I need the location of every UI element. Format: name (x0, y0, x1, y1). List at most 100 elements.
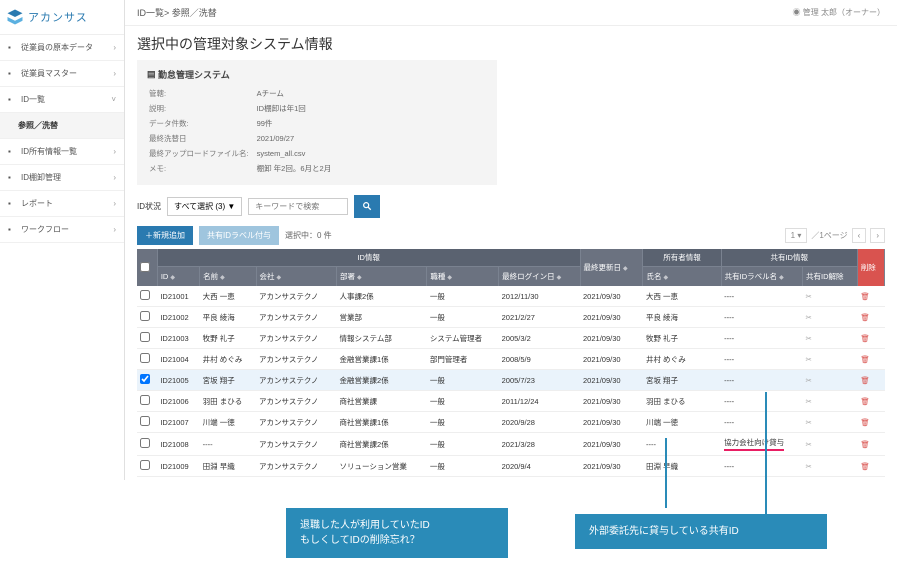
data-table: ID情報 最終更新日◆ 所有者情報 共有ID情報 削除 ID◆ 名前◆ 会社◆ … (137, 249, 885, 480)
trash-icon[interactable]: 🗑 (857, 328, 884, 349)
col-id[interactable]: ID◆ (157, 267, 199, 287)
chevron-icon: › (113, 69, 116, 78)
col-check[interactable] (137, 249, 157, 286)
id-icon: ▪ (8, 95, 17, 104)
col-login[interactable]: 最終ログイン日◆ (499, 267, 580, 287)
flow-icon: ▪ (8, 225, 17, 234)
unlink-icon[interactable]: ✂ (803, 328, 858, 349)
breadcrumb: ID一覧> 参照／洗替 (137, 6, 217, 19)
callout-right: 外部委託先に貸与している共有ID (575, 514, 827, 549)
selected-count: 選択中：0 件 (285, 230, 332, 241)
search-button[interactable] (354, 195, 380, 218)
col-owner[interactable]: 氏名◆ (643, 267, 721, 287)
unlink-icon[interactable]: ✂ (803, 412, 858, 433)
table-row: ID21011浦田 あさみアカンサステクノ技術第1課一般2005/11/2120… (137, 477, 885, 481)
row-check (140, 460, 150, 470)
app-name: アカンサス (28, 9, 88, 25)
next-page[interactable]: › (870, 228, 885, 243)
search-input[interactable] (248, 198, 348, 215)
system-info-box: ▤ 勤怠管理システム 管轄:Aチーム説明:ID棚卸は年1回データ件数:99件最終… (137, 60, 497, 185)
unlink-icon[interactable]: ✂ (803, 391, 858, 412)
col-role[interactable]: 職種◆ (427, 267, 499, 287)
table-row: ID21005宮坂 翔子アカンサステクノ金融営業課2係一般2005/7/2320… (137, 370, 885, 391)
unlink-icon[interactable]: ✂ (803, 456, 858, 477)
search-icon (362, 201, 372, 211)
nav-item[interactable]: ▪ID一覧˅ (0, 87, 124, 113)
nav-item[interactable]: ▪ワークフロー› (0, 217, 124, 243)
status-label: ID状況 (137, 201, 161, 212)
nav-item[interactable]: ▪従業員マスター› (0, 61, 124, 87)
col-dept[interactable]: 部署◆ (337, 267, 427, 287)
unlink-icon[interactable]: ✂ (803, 433, 858, 456)
status-select[interactable]: すべて選択 (3) ▼ (167, 197, 242, 216)
unlink-icon[interactable]: ✂ (803, 349, 858, 370)
row-check (140, 332, 150, 342)
table-row: ID21008----アカンサステクノ商社営業課2係一般2021/3/28202… (137, 433, 885, 456)
table-row: ID21003牧野 礼子アカンサステクノ情報システム部システム管理者2005/3… (137, 328, 885, 349)
trash-icon[interactable]: 🗑 (857, 370, 884, 391)
callout-line-right (765, 392, 767, 514)
col-company[interactable]: 会社◆ (256, 267, 337, 287)
sidebar: アカンサス ▪従業員の原本データ›▪従業員マスター›▪ID一覧˅参照／洗替▪ID… (0, 0, 125, 480)
row-check (140, 416, 150, 426)
chevron-icon: ˅ (111, 95, 116, 104)
row-check (140, 290, 150, 300)
row-check (140, 311, 150, 321)
topbar: ID一覧> 参照／洗替 ◉ 管理 太郎（オーナー） (125, 0, 897, 26)
chevron-icon: › (113, 147, 116, 156)
main: ID一覧> 参照／洗替 ◉ 管理 太郎（オーナー） 選択中の管理対象システム情報… (125, 0, 897, 480)
chevron-icon: › (113, 199, 116, 208)
add-button[interactable]: ＋新規追加 (137, 226, 193, 245)
chevron-icon: › (113, 225, 116, 234)
label-button[interactable]: 共有IDラベル付与 (199, 226, 279, 245)
unlink-icon[interactable]: ✂ (803, 477, 858, 481)
user-icon: ▪ (8, 69, 17, 78)
chevron-icon: › (113, 43, 116, 52)
logo: アカンサス (0, 0, 124, 35)
users-icon: ▪ (8, 43, 17, 52)
col-updated[interactable]: 最終更新日◆ (580, 249, 643, 286)
trash-icon[interactable]: 🗑 (857, 349, 884, 370)
search-bar: ID状況 すべて選択 (3) ▼ (137, 195, 885, 218)
nav-item[interactable]: 参照／洗替 (0, 113, 124, 139)
table-row: ID21009田淵 早織アカンサステクノソリューション営業一般2020/9/42… (137, 456, 885, 477)
toolbar: ＋新規追加 共有IDラベル付与 選択中：0 件 1 ▾ ／1ページ ‹ › (137, 226, 885, 245)
per-page-select[interactable]: 1 ▾ (785, 228, 808, 243)
unlink-icon[interactable]: ✂ (803, 307, 858, 328)
col-shared-label[interactable]: 共有IDラベル名◆ (721, 267, 802, 287)
chevron-icon: › (113, 173, 116, 182)
col-group-shared: 共有ID情報 (721, 249, 857, 267)
chat-icon: ▪ (8, 173, 17, 182)
trash-icon[interactable]: 🗑 (857, 307, 884, 328)
nav-item[interactable]: ▪レポート› (0, 191, 124, 217)
row-check (140, 374, 150, 384)
unlink-icon[interactable]: ✂ (803, 286, 858, 307)
user-label[interactable]: ◉ 管理 太郎（オーナー） (793, 7, 885, 18)
unlink-icon[interactable]: ✂ (803, 370, 858, 391)
prev-page[interactable]: ‹ (852, 228, 867, 243)
table-row: ID21004井村 めぐみアカンサステクノ金融営業課1係部門管理者2008/5/… (137, 349, 885, 370)
table-row: ID21006羽田 まひるアカンサステクノ商社営業課一般2011/12/2420… (137, 391, 885, 412)
col-group-owner: 所有者情報 (643, 249, 721, 267)
trash-icon[interactable]: 🗑 (857, 433, 884, 456)
callout-left: 退職した人が利用していたIDもしくしてIDの削除忘れ？ (286, 508, 508, 558)
page-title: 選択中の管理対象システム情報 (137, 34, 885, 54)
logo-icon (6, 8, 24, 26)
col-shared-del: 共有ID解除 (803, 267, 858, 287)
nav-item[interactable]: ▪ID棚卸管理› (0, 165, 124, 191)
col-name[interactable]: 名前◆ (200, 267, 256, 287)
table-row: ID21002平良 綾海アカンサステクノ営業部一般2021/2/272021/0… (137, 307, 885, 328)
trash-icon[interactable]: 🗑 (857, 286, 884, 307)
trash-icon[interactable]: 🗑 (857, 412, 884, 433)
nav-item[interactable]: ▪従業員の原本データ› (0, 35, 124, 61)
col-group-id: ID情報 (157, 249, 580, 267)
callout-line-left (665, 438, 667, 508)
trash-icon[interactable]: 🗑 (857, 391, 884, 412)
col-delete: 削除 (857, 249, 884, 286)
nav-item[interactable]: ▪ID所有情報一覧› (0, 139, 124, 165)
trash-icon[interactable]: 🗑 (857, 477, 884, 481)
trash-icon[interactable]: 🗑 (857, 456, 884, 477)
link-icon: ▪ (8, 147, 17, 156)
row-check (140, 438, 150, 448)
table-row: ID21001大西 一恵アカンサステクノ人事課2係一般2012/11/30202… (137, 286, 885, 307)
